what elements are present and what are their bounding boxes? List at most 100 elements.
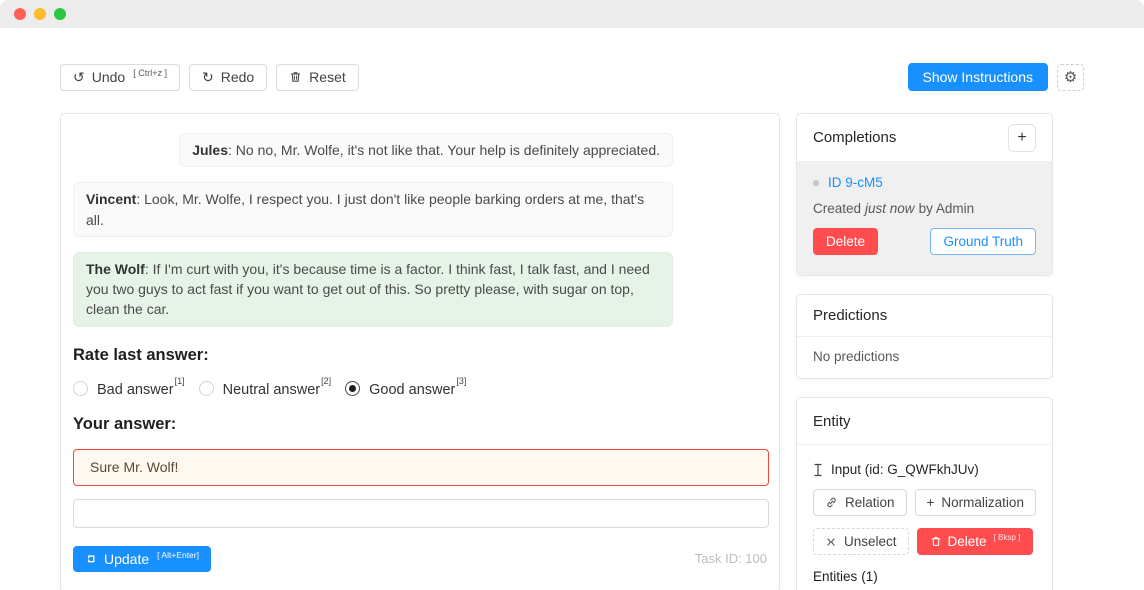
link-icon <box>825 496 838 509</box>
collapse-icon <box>825 536 837 548</box>
gear-icon: ⚙ <box>1064 68 1077 86</box>
radio-label: Neutral answer <box>223 382 321 398</box>
chat-dialog: Jules: No no, Mr. Wolfe, it's not like t… <box>73 133 673 342</box>
redo-button[interactable]: ↻ Redo <box>189 64 267 91</box>
update-label: Update <box>104 551 149 567</box>
delete-entity-label: Delete <box>948 534 987 549</box>
update-button[interactable]: Update [ Alt+Enter] <box>73 546 211 572</box>
completions-panel: Completions + ID 9-cM5 Created just now … <box>796 113 1053 276</box>
normalization-label: Normalization <box>941 495 1024 510</box>
rating-radio-group: Bad answer[1] Neutral answer[2] Good ans… <box>73 380 767 398</box>
rate-heading: Rate last answer: <box>73 346 767 365</box>
normalization-button[interactable]: + Normalization <box>915 489 1036 516</box>
entity-title: Entity <box>813 413 851 430</box>
chat-message: Vincent: Look, Mr. Wolfe, I respect you.… <box>73 182 673 237</box>
radio-circle[interactable] <box>345 381 360 396</box>
predictions-panel: Predictions No predictions <box>796 294 1053 379</box>
unselect-button[interactable]: Unselect <box>813 528 909 555</box>
radio-hotkey: [3] <box>456 376 466 386</box>
delete-completion-label: Delete <box>826 234 865 249</box>
entity-buttons-row-1: Relation + Normalization <box>813 489 1036 516</box>
entity-header: Entity <box>797 398 1052 445</box>
task-card-footer: Update [ Alt+Enter] Task ID: 100 <box>73 546 767 572</box>
created-prefix: Created <box>813 201 861 216</box>
radio-option-neutral-answer[interactable]: Neutral answer[2] <box>199 380 332 398</box>
reset-button[interactable]: Reset <box>276 64 359 91</box>
undo-shortcut: [ Ctrl+z ] <box>133 68 167 78</box>
answer-text-value: Sure Mr. Wolf! <box>90 459 178 475</box>
chat-message-highlighted: The Wolf: If I'm curt with you, it's bec… <box>73 252 673 327</box>
completion-actions: Delete Ground Truth <box>813 228 1036 255</box>
chat-text: : If I'm curt with you, it's because tim… <box>86 261 650 318</box>
traffic-light-maximize-icon[interactable] <box>54 8 66 20</box>
unselect-label: Unselect <box>844 534 897 549</box>
add-completion-button[interactable]: + <box>1008 124 1036 152</box>
show-instructions-label: Show Instructions <box>923 69 1034 85</box>
answer-text-input[interactable]: Sure Mr. Wolf! <box>73 449 769 486</box>
redo-icon: ↻ <box>202 70 214 84</box>
relation-button[interactable]: Relation <box>813 489 907 516</box>
toolbar-left-group: ↺ Undo [ Ctrl+z ] ↻ Redo Reset <box>60 64 359 91</box>
completions-title: Completions <box>813 129 896 146</box>
main-content: Jules: No no, Mr. Wolfe, it's not like t… <box>60 113 1084 590</box>
chat-text: : No no, Mr. Wolfe, it's not like that. … <box>228 142 660 158</box>
undo-label: Undo <box>92 69 125 85</box>
radio-label: Good answer <box>369 382 455 398</box>
created-time: just now <box>865 201 915 216</box>
task-card: Jules: No no, Mr. Wolfe, it's not like t… <box>60 113 780 590</box>
radio-circle[interactable] <box>199 381 214 396</box>
delete-entity-shortcut: [ Bksp ] <box>994 533 1021 542</box>
toolbar-right-group: Show Instructions ⚙ <box>908 63 1085 91</box>
radio-option-bad-answer[interactable]: Bad answer[1] <box>73 380 185 398</box>
delete-completion-button[interactable]: Delete <box>813 228 878 255</box>
undo-icon: ↺ <box>73 70 85 84</box>
relation-label: Relation <box>845 495 895 510</box>
predictions-header: Predictions <box>797 295 1052 337</box>
entities-label: Entities <box>813 569 857 584</box>
chat-author: Vincent <box>86 191 136 207</box>
settings-button[interactable]: ⚙ <box>1057 64 1084 91</box>
trash-icon <box>930 535 942 548</box>
radio-label: Bad answer <box>97 382 174 398</box>
answer-secondary-input[interactable] <box>73 499 769 528</box>
sidebar: Completions + ID 9-cM5 Created just now … <box>796 113 1053 590</box>
undo-button[interactable]: ↺ Undo [ Ctrl+z ] <box>60 64 180 91</box>
completion-item[interactable]: ID 9-cM5 Created just now by Admin Delet… <box>797 162 1052 275</box>
completion-id-link[interactable]: ID 9-cM5 <box>828 175 883 190</box>
answer-heading: Your answer: <box>73 415 767 434</box>
toolbar: ↺ Undo [ Ctrl+z ] ↻ Redo Reset Show Instr… <box>60 63 1084 91</box>
entities-count-line: Entities (1) <box>813 569 1036 584</box>
text-cursor-icon <box>813 463 823 477</box>
ground-truth-button[interactable]: Ground Truth <box>930 228 1036 255</box>
traffic-light-close-icon[interactable] <box>14 8 26 20</box>
update-shortcut: [ Alt+Enter] <box>157 550 199 560</box>
trash-icon <box>289 70 302 84</box>
chat-message: Jules: No no, Mr. Wolfe, it's not like t… <box>179 133 673 167</box>
window-titlebar <box>0 0 1144 28</box>
radio-hotkey: [1] <box>175 376 185 386</box>
ground-truth-label: Ground Truth <box>943 234 1023 249</box>
entity-buttons-row-2: Unselect Delete [ Bksp ] <box>813 528 1036 555</box>
bullet-icon <box>813 180 819 186</box>
chat-author: The Wolf <box>86 261 145 277</box>
entity-panel: Entity Input (id: G_QWFkhJUv) <box>796 397 1053 590</box>
delete-entity-button[interactable]: Delete [ Bksp ] <box>917 528 1034 555</box>
task-id-label: Task ID: 100 <box>695 551 767 566</box>
entities-count: (1) <box>861 569 878 584</box>
redo-label: Redo <box>221 69 254 85</box>
radio-option-good-answer[interactable]: Good answer[3] <box>345 380 466 398</box>
entity-body: Input (id: G_QWFkhJUv) Relation + Normal <box>797 445 1052 590</box>
traffic-light-minimize-icon[interactable] <box>34 8 46 20</box>
completions-header: Completions + <box>797 114 1052 162</box>
created-by: by Admin <box>919 201 975 216</box>
submit-bracket-icon <box>85 553 97 565</box>
plus-icon: + <box>927 495 935 510</box>
entity-input-label: Input (id: G_QWFkhJUv) <box>831 462 979 477</box>
plus-icon: + <box>1017 130 1026 146</box>
radio-circle[interactable] <box>73 381 88 396</box>
predictions-empty-text: No predictions <box>797 337 1052 378</box>
show-instructions-button[interactable]: Show Instructions <box>908 63 1049 91</box>
entity-input-row: Input (id: G_QWFkhJUv) <box>813 462 1036 477</box>
reset-label: Reset <box>309 69 346 85</box>
completion-id-row: ID 9-cM5 <box>813 175 1036 190</box>
